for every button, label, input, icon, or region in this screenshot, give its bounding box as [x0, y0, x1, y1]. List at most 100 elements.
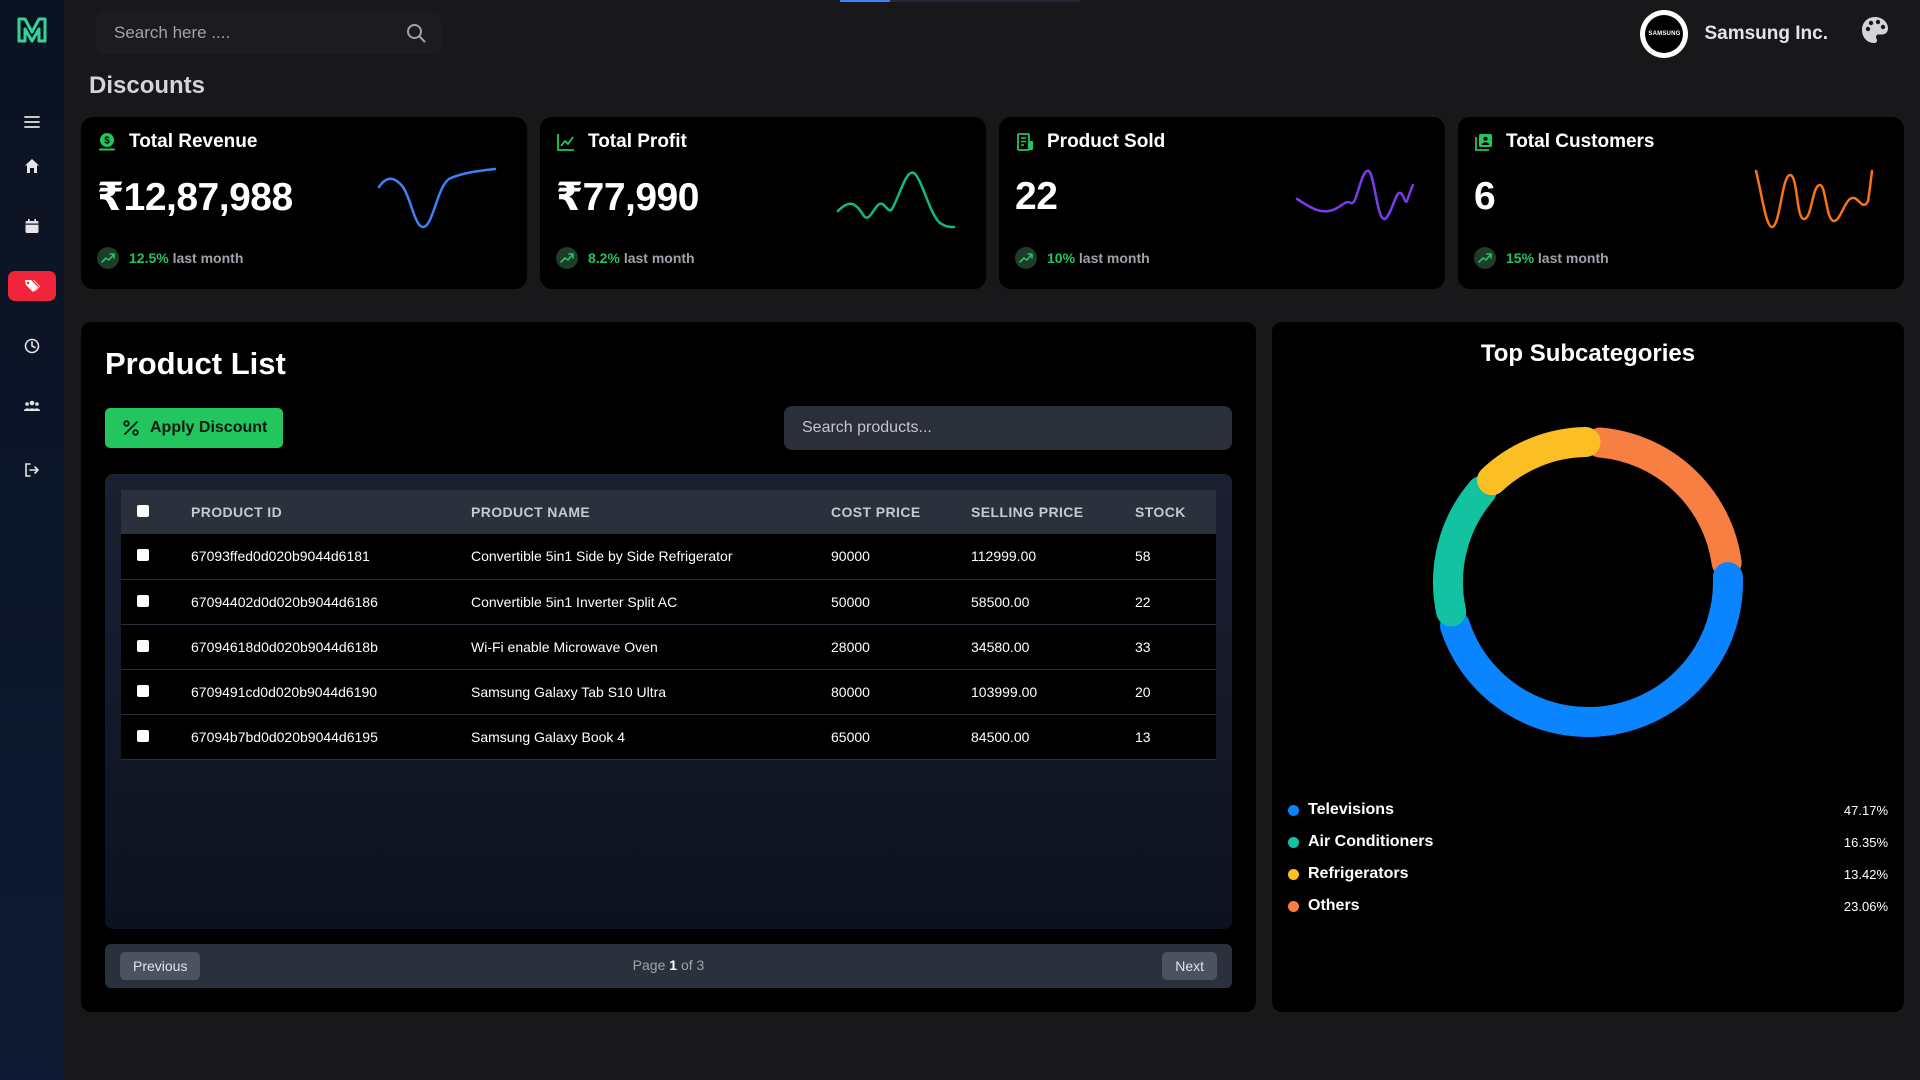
stat-change: 12.5%	[129, 250, 169, 266]
apply-discount-label: Apply Discount	[150, 419, 268, 436]
cell-cost-price: 90000	[831, 534, 971, 580]
cell-selling-price: 58500.00	[971, 579, 1135, 625]
table-row[interactable]: 6709491cd0d020b9044d6190 Samsung Galaxy …	[121, 669, 1216, 715]
customers-icon	[1475, 134, 1492, 151]
sidebar-item-menu[interactable]	[8, 107, 56, 137]
receipt-icon	[1017, 133, 1033, 151]
clock-icon	[24, 338, 40, 354]
legend-percentage: 16.35%	[1843, 834, 1888, 850]
legend-item[interactable]: Televisions 47.17%	[1288, 794, 1888, 826]
table-row[interactable]: 67094618d0d020b9044d618b Wi-Fi enable Mi…	[121, 624, 1216, 670]
legend-item[interactable]: Others 23.06%	[1288, 890, 1888, 922]
calendar-icon	[25, 219, 39, 233]
global-search-input[interactable]	[114, 23, 405, 43]
global-search	[96, 12, 441, 54]
sidebar	[0, 0, 64, 1080]
apply-discount-button[interactable]: Apply Discount	[105, 408, 283, 448]
trend-icon	[557, 134, 574, 151]
total-pages: 3	[696, 957, 705, 973]
column-header-cost-price[interactable]: COST PRICE	[831, 490, 971, 534]
row-checkbox[interactable]	[137, 639, 149, 652]
cell-product-name: Convertible 5in1 Side by Side Refrigerat…	[471, 534, 831, 580]
menu-icon	[24, 116, 40, 128]
column-header-stock[interactable]: STOCK	[1135, 490, 1216, 534]
legend-dot	[1288, 900, 1299, 912]
column-header-product-id[interactable]: PRODUCT ID	[191, 490, 471, 534]
legend-label: Others	[1308, 897, 1360, 914]
brand-logo-icon[interactable]	[17, 15, 47, 45]
trend-up-icon	[97, 247, 119, 269]
stat-change: 8.2%	[588, 250, 620, 266]
donut-slice-refrigerators[interactable]	[1476, 427, 1601, 496]
sidebar-item-history[interactable]	[8, 331, 56, 361]
stat-label: Total Customers	[1506, 131, 1655, 152]
current-page: 1	[669, 957, 678, 973]
company-profile[interactable]: SAMSUNG Samsung Inc.	[1640, 9, 1828, 59]
legend-item[interactable]: Refrigerators 13.42%	[1288, 858, 1888, 890]
sparkline-customers	[1754, 169, 1874, 229]
product-table-container: PRODUCT ID PRODUCT NAME COST PRICE SELLI…	[105, 474, 1232, 929]
table-row[interactable]: 67094402d0d020b9044d6186 Convertible 5in…	[121, 579, 1216, 625]
product-list-panel: Product List Apply Discount PRODUCT ID P…	[81, 322, 1256, 1012]
table-row[interactable]: 67093ffed0d020b9044d6181 Convertible 5in…	[121, 534, 1216, 580]
cell-stock: 33	[1135, 624, 1216, 670]
select-all-checkbox[interactable]	[137, 505, 149, 517]
select-all-cell	[121, 490, 191, 534]
row-checkbox[interactable]	[137, 594, 149, 607]
stat-change-suffix: last month	[623, 250, 695, 266]
cell-stock: 58	[1135, 534, 1216, 580]
legend-item[interactable]: Air Conditioners 16.35%	[1288, 826, 1888, 858]
cell-cost-price: 65000	[831, 714, 971, 760]
sidebar-item-home[interactable]	[8, 151, 56, 181]
stat-label: Total Revenue	[129, 131, 258, 152]
sidebar-item-discounts[interactable]	[8, 271, 56, 301]
cell-product-id: 67093ffed0d020b9044d6181	[191, 534, 471, 580]
table-row[interactable]: 67094b7bd0d020b9044d6195 Samsung Galaxy …	[121, 714, 1216, 760]
row-checkbox[interactable]	[137, 549, 149, 562]
legend-label: Televisions	[1308, 801, 1394, 818]
cell-stock: 22	[1135, 579, 1216, 625]
cell-cost-price: 28000	[831, 624, 971, 670]
legend-label: Air Conditioners	[1308, 833, 1434, 850]
stat-change-suffix: last month	[1537, 250, 1609, 266]
sidebar-item-calendar[interactable]	[8, 211, 56, 241]
cell-product-name: Convertible 5in1 Inverter Split AC	[471, 579, 831, 625]
product-search-input[interactable]	[784, 406, 1232, 450]
legend-percentage: 13.42%	[1843, 866, 1888, 882]
donut-slice-air-conditioners[interactable]	[1433, 475, 1497, 627]
stat-value: 22	[1015, 175, 1058, 218]
cell-stock: 13	[1135, 714, 1216, 760]
stat-change-suffix: last month	[172, 250, 244, 266]
cell-cost-price: 80000	[831, 669, 971, 715]
palette-icon[interactable]	[1859, 14, 1891, 46]
legend-label: Refrigerators	[1308, 865, 1409, 882]
cell-selling-price: 84500.00	[971, 714, 1135, 760]
donut-slice-others[interactable]	[1585, 427, 1742, 578]
subcategories-legend: Televisions 47.17% Air Conditioners 16.35% R…	[1288, 794, 1888, 922]
percent-icon	[123, 420, 139, 436]
cell-cost-price: 50000	[831, 579, 971, 625]
cell-product-name: Samsung Galaxy Book 4	[471, 714, 831, 760]
page-title: Discounts	[89, 72, 206, 99]
sidebar-item-customers[interactable]	[8, 391, 56, 421]
money-icon: $	[99, 133, 115, 151]
product-list-title: Product List	[105, 346, 286, 381]
donut-slice-televisions[interactable]	[1439, 562, 1743, 737]
cell-selling-price: 103999.00	[971, 669, 1135, 715]
legend-dot	[1288, 804, 1299, 816]
column-header-product-name[interactable]: PRODUCT NAME	[471, 490, 831, 534]
page-indicator: Page 1 of 3	[632, 957, 705, 973]
row-checkbox[interactable]	[137, 684, 149, 697]
search-icon[interactable]	[405, 22, 427, 44]
stat-card-revenue: $ Total Revenue ₹12,87,988 12.5% last mo…	[81, 117, 527, 289]
sidebar-item-logout[interactable]	[8, 455, 56, 485]
avatar-logo: SAMSUNG	[1645, 15, 1684, 53]
next-page-button[interactable]: Next	[1162, 952, 1217, 980]
stat-change: 10%	[1047, 250, 1076, 266]
stat-change: 15%	[1506, 250, 1535, 266]
avatar[interactable]: SAMSUNG	[1640, 10, 1689, 58]
cell-product-id: 67094b7bd0d020b9044d6195	[191, 714, 471, 760]
logout-icon	[25, 463, 39, 477]
row-checkbox[interactable]	[137, 729, 149, 742]
column-header-selling-price[interactable]: SELLING PRICE	[971, 490, 1135, 534]
